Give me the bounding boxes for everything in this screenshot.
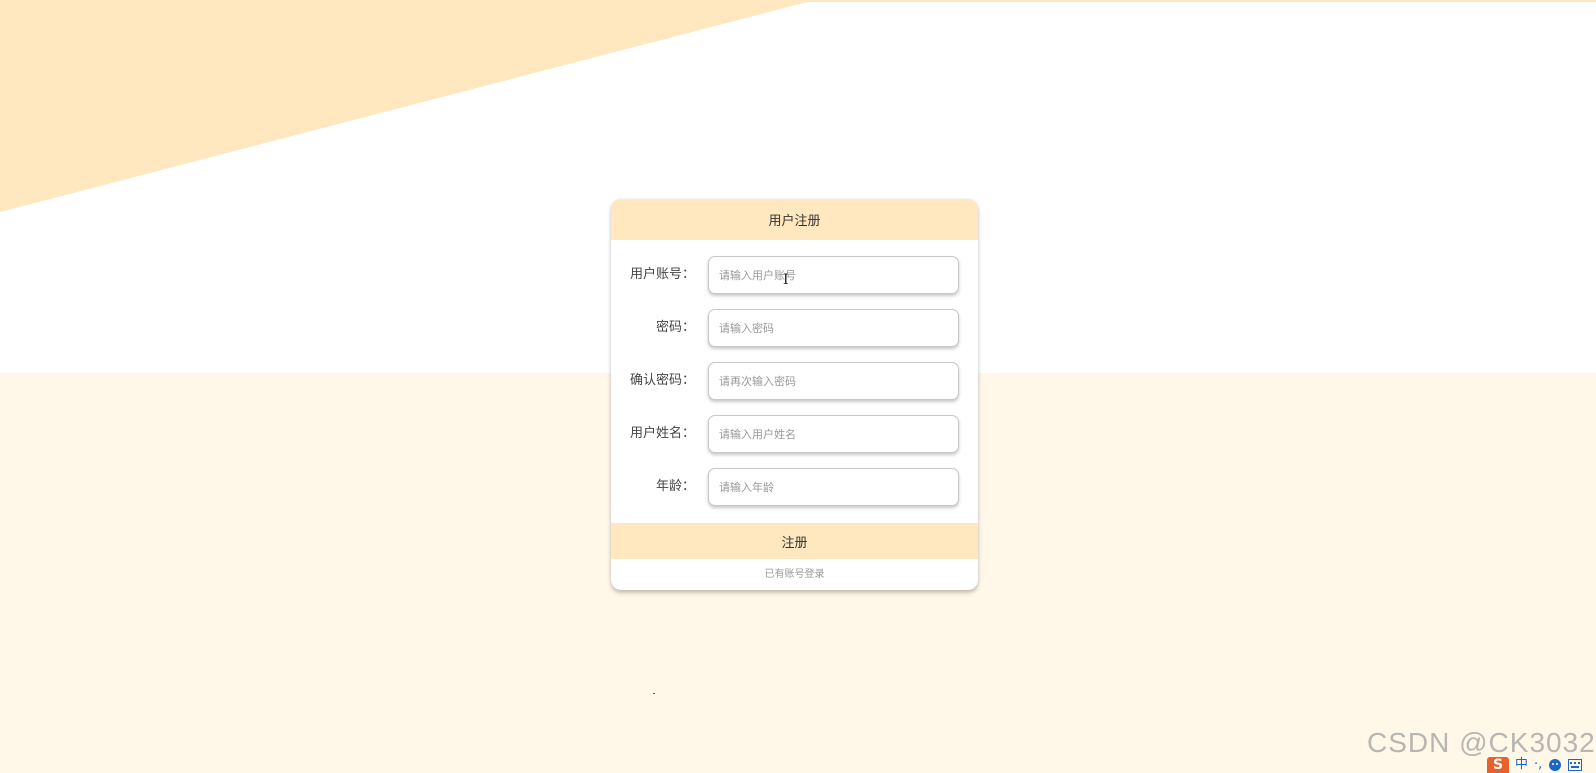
confirm-password-input[interactable] [708, 362, 959, 400]
username-input[interactable] [708, 415, 959, 453]
ime-punctuation-toggle[interactable]: ·, [1534, 757, 1542, 773]
account-label: 用户账号： [629, 267, 695, 282]
password-label: 密码： [655, 320, 695, 335]
emoji-icon[interactable] [1548, 758, 1562, 772]
form-row-account: 用户账号： [611, 256, 978, 294]
register-card-header: 用户注册 [611, 199, 978, 240]
password-input[interactable] [708, 309, 959, 347]
ime-toolbar: S 中 ·, [1487, 757, 1583, 773]
confirm-password-label: 确认密码： [629, 373, 695, 388]
username-label: 用户姓名： [629, 426, 695, 441]
text-cursor-icon: I [783, 272, 789, 288]
form-row-password: 密码： [611, 309, 978, 347]
top-strip [0, 0, 1596, 2]
age-input[interactable] [708, 468, 959, 506]
login-link[interactable]: 已有账号登录 [611, 559, 978, 590]
form-row-age: 年龄： [611, 468, 978, 506]
form-row-username: 用户姓名： [611, 415, 978, 453]
register-title: 用户注册 [768, 214, 821, 229]
account-input[interactable] [708, 256, 959, 294]
stray-dot [653, 693, 655, 694]
age-label: 年龄： [655, 479, 695, 494]
ime-mode-toggle[interactable]: 中 [1515, 757, 1528, 773]
ime-logo-icon[interactable]: S [1487, 757, 1509, 773]
register-card: 用户注册 用户账号： 密码： 确认密码： 用户姓名： 年龄： 注册 已有账号登录 [611, 199, 978, 590]
form-row-confirm-password: 确认密码： [611, 362, 978, 400]
register-button[interactable]: 注册 [611, 523, 978, 559]
csdn-watermark: CSDN @CK3032 [1367, 727, 1596, 758]
keyboard-icon[interactable] [1568, 759, 1583, 771]
